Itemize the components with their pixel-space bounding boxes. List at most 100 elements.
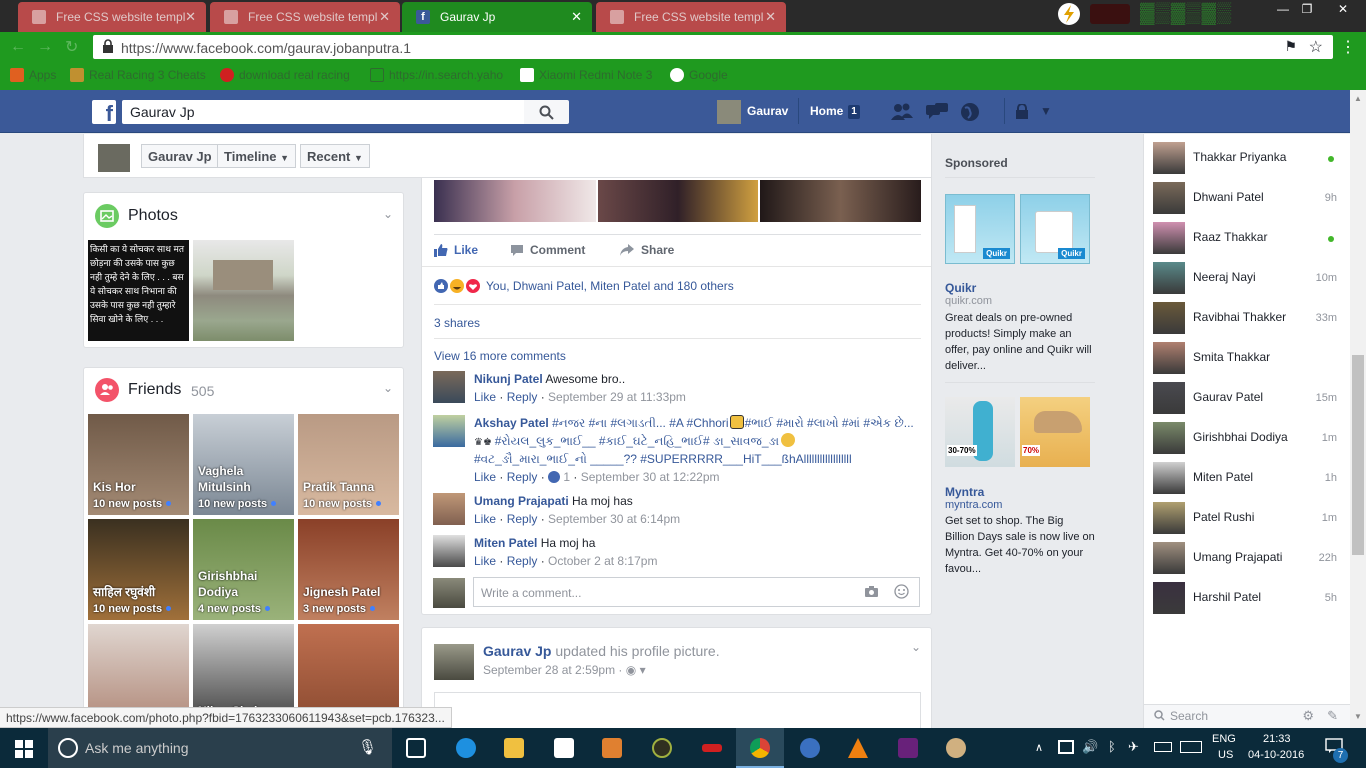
browser-tab[interactable]: Free CSS website templ ✕	[18, 2, 206, 32]
chat-contact[interactable]: Thakkar Priyanka	[1144, 138, 1351, 178]
close-tab-icon[interactable]: ✕	[765, 9, 776, 25]
post-photo[interactable]	[760, 180, 921, 222]
reload-icon[interactable]: ↻	[65, 37, 78, 57]
keyboard-icon[interactable]	[1180, 741, 1202, 753]
post-options-chevron-icon[interactable]: ⌄	[911, 640, 921, 654]
search-button[interactable]	[524, 100, 569, 124]
emoji-picker-icon[interactable]	[894, 584, 909, 602]
restore-icon[interactable]: ❐	[1294, 0, 1320, 18]
chrome-button[interactable]	[736, 728, 784, 768]
photo-thumbnail[interactable]	[193, 240, 294, 341]
ad-image[interactable]: Quikr	[945, 194, 1015, 264]
post-photo[interactable]	[434, 180, 596, 222]
comment-reply-link[interactable]: Reply	[507, 512, 538, 526]
ad-title[interactable]: Quikr	[945, 281, 976, 295]
comment-like-link[interactable]: Like	[474, 470, 496, 484]
bookmark-item[interactable]: download real racing	[220, 68, 350, 82]
chevron-down-icon[interactable]: ⌄	[383, 381, 393, 395]
task-view-button[interactable]	[392, 728, 440, 768]
comment-author[interactable]: Miten Patel	[474, 536, 537, 550]
network-icon[interactable]: ✈	[1128, 739, 1139, 755]
scroll-down-icon[interactable]: ▼	[1354, 712, 1362, 721]
camera-icon[interactable]	[864, 585, 879, 601]
ad-image[interactable]: 70%	[1020, 397, 1090, 467]
post-author[interactable]: Gaurav Jp	[483, 643, 551, 659]
reactions-summary[interactable]: You, Dhwani Patel, Miten Patel and 180 o…	[486, 279, 734, 293]
avatar[interactable]	[717, 100, 741, 124]
clock-time[interactable]: 21:33	[1263, 733, 1291, 745]
friend-tile[interactable]: Girishbhai Dodiya 4 new posts	[193, 519, 294, 620]
comment-reaction-count[interactable]: 1	[563, 470, 570, 484]
shares-count[interactable]: 3 shares	[434, 316, 480, 330]
privacy-shortcuts-icon[interactable]	[1015, 103, 1033, 123]
chat-contact[interactable]: Patel Rushi 1m	[1144, 498, 1351, 538]
profile-name-button[interactable]: Gaurav Jp	[141, 144, 219, 168]
chat-contact[interactable]: Miten Patel 1h	[1144, 458, 1351, 498]
bookmark-star-icon[interactable]: ☆	[1309, 37, 1323, 57]
gear-icon[interactable]: ⚙	[1302, 708, 1314, 724]
cortana-search-box[interactable]: Ask me anything 🎙	[48, 728, 392, 768]
notifications-globe-icon[interactable]	[960, 102, 980, 125]
avatar[interactable]	[433, 415, 465, 447]
battery-icon[interactable]	[1154, 742, 1172, 752]
comment-timestamp[interactable]: September 30 at 6:14pm	[548, 512, 680, 526]
chat-contact[interactable]: Umang Prajapati 22h	[1144, 538, 1351, 578]
chat-contact[interactable]: Ravibhai Thakker 33m	[1144, 298, 1351, 338]
forward-icon[interactable]: →	[37, 38, 53, 56]
file-explorer-button[interactable]	[490, 728, 538, 768]
language-code[interactable]: ENG	[1212, 733, 1236, 745]
write-comment-input[interactable]: Write a comment...	[473, 577, 920, 607]
vlc-button[interactable]	[834, 728, 882, 768]
scroll-up-icon[interactable]: ▲	[1354, 94, 1362, 103]
bookmark-item[interactable]: https://in.search.yaho	[370, 68, 503, 82]
address-bar[interactable]: https://www.facebook.com/gaurav.jobanput…	[93, 35, 1333, 59]
clock-date[interactable]: 04-10-2016	[1248, 749, 1304, 761]
comment-reply-link[interactable]: Reply	[507, 390, 538, 404]
facebook-logo-icon[interactable]: f	[92, 100, 116, 124]
store-button[interactable]	[540, 728, 588, 768]
extension-icon[interactable]: ⚑	[1284, 38, 1297, 55]
photos-title[interactable]: Photos	[128, 207, 178, 225]
chat-contact[interactable]: Neeraj Nayi 10m	[1144, 258, 1351, 298]
post-timestamp[interactable]: September 28 at 2:59pm	[483, 663, 615, 677]
back-icon[interactable]: ←	[10, 38, 26, 56]
comment-like-link[interactable]: Like	[474, 390, 496, 404]
comment-button[interactable]: Comment	[510, 243, 585, 257]
photo-thumbnail[interactable]: किसी का ये सोचकर साथ मत छोड़ना की उसके प…	[88, 240, 189, 341]
comment-like-link[interactable]: Like	[474, 512, 496, 526]
friends-title[interactable]: Friends	[128, 381, 181, 399]
friend-tile[interactable]: साहिल रघुवंशी 10 new posts	[88, 519, 189, 620]
region-code[interactable]: US	[1218, 749, 1233, 761]
avatar[interactable]	[433, 535, 465, 567]
close-tab-icon[interactable]: ✕	[571, 9, 582, 25]
comment-author[interactable]: Umang Prajapati	[474, 494, 569, 508]
timeline-dropdown[interactable]: Timeline ▼	[217, 144, 297, 168]
view-more-comments[interactable]: View 16 more comments	[434, 349, 566, 363]
chat-contact[interactable]: Raaz Thakkar	[1144, 218, 1351, 258]
tray-overflow-icon[interactable]: ∧	[1035, 741, 1043, 754]
ad-image[interactable]: Quikr	[1020, 194, 1090, 264]
friend-tile[interactable]: Vaghela Mitulsinh 10 new posts	[193, 414, 294, 515]
bookmark-apps[interactable]: Apps	[10, 68, 56, 82]
friend-tile[interactable]: Pratik Tanna 10 new posts	[298, 414, 399, 515]
ad-text[interactable]: Great deals on pre-owned products! Simpl…	[945, 310, 1095, 374]
home-link[interactable]: Home	[810, 104, 843, 118]
page-scrollbar[interactable]: ▲ ▼	[1350, 90, 1366, 728]
comment-like-link[interactable]: Like	[474, 554, 496, 568]
ad-image[interactable]: 30-70%	[945, 397, 1015, 467]
ad-title[interactable]: Myntra	[945, 485, 984, 499]
flash-extension-icon[interactable]	[1055, 2, 1083, 26]
messages-icon[interactable]	[925, 102, 949, 125]
scrollbar-thumb[interactable]	[1352, 355, 1364, 555]
chevron-down-icon[interactable]: ⌄	[383, 207, 393, 221]
start-button[interactable]	[0, 728, 48, 768]
volume-icon[interactable]: 🔊	[1082, 739, 1098, 755]
avatar[interactable]	[433, 493, 465, 525]
browser-tab-active[interactable]: f Gaurav Jp ✕	[402, 2, 592, 32]
app-button[interactable]	[638, 728, 686, 768]
comment-reply-link[interactable]: Reply	[507, 554, 538, 568]
chrome-menu-icon[interactable]: ⋮	[1340, 37, 1356, 57]
ad-domain[interactable]: quikr.com	[945, 295, 992, 307]
microphone-icon[interactable]: 🎙	[358, 738, 377, 756]
like-reaction-icon[interactable]	[548, 471, 561, 483]
